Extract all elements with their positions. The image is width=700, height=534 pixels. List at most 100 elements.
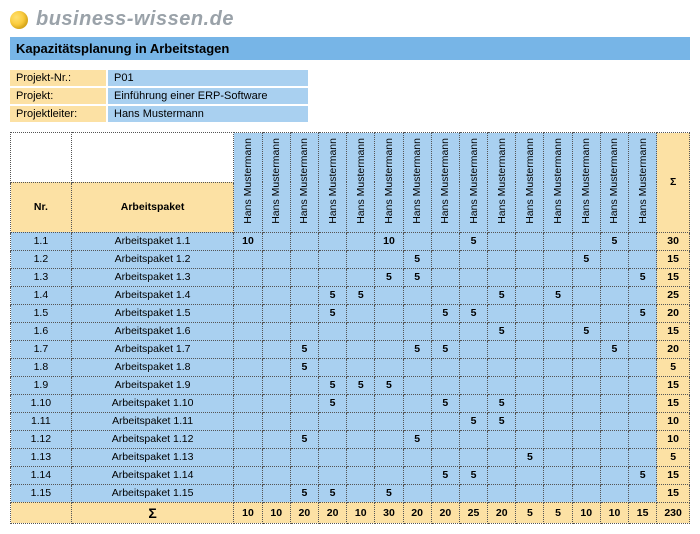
cell-value[interactable] (572, 394, 600, 412)
cell-value[interactable] (262, 250, 290, 268)
cell-value[interactable]: 10 (234, 232, 262, 250)
cell-value[interactable] (262, 304, 290, 322)
cell-value[interactable] (459, 484, 487, 502)
cell-value[interactable] (375, 430, 403, 448)
cell-value[interactable]: 5 (318, 394, 346, 412)
cell-value[interactable]: 5 (431, 394, 459, 412)
cell-value[interactable] (234, 304, 262, 322)
cell-value[interactable] (262, 268, 290, 286)
cell-value[interactable] (403, 448, 431, 466)
cell-value[interactable] (262, 484, 290, 502)
cell-value[interactable] (459, 376, 487, 394)
cell-value[interactable] (516, 322, 544, 340)
cell-value[interactable] (600, 448, 628, 466)
cell-value[interactable] (629, 340, 657, 358)
cell-nr[interactable]: 1.10 (11, 394, 72, 412)
cell-value[interactable] (629, 286, 657, 304)
meta-project-nr-value[interactable]: P01 (108, 70, 308, 86)
cell-value[interactable] (516, 412, 544, 430)
cell-value[interactable] (629, 250, 657, 268)
cell-value[interactable] (290, 412, 318, 430)
cell-value[interactable] (544, 448, 572, 466)
cell-value[interactable] (544, 250, 572, 268)
cell-value[interactable] (516, 430, 544, 448)
cell-nr[interactable]: 1.1 (11, 232, 72, 250)
cell-value[interactable] (629, 376, 657, 394)
cell-value[interactable] (234, 394, 262, 412)
cell-value[interactable] (318, 430, 346, 448)
cell-value[interactable] (516, 268, 544, 286)
cell-value[interactable] (290, 466, 318, 484)
cell-value[interactable] (516, 358, 544, 376)
cell-value[interactable] (629, 430, 657, 448)
cell-value[interactable] (347, 430, 375, 448)
cell-value[interactable]: 5 (375, 376, 403, 394)
cell-value[interactable] (234, 430, 262, 448)
cell-value[interactable] (516, 340, 544, 358)
cell-nr[interactable]: 1.7 (11, 340, 72, 358)
cell-arbeitspaket[interactable]: Arbeitspaket 1.13 (71, 448, 234, 466)
cell-value[interactable] (572, 466, 600, 484)
cell-value[interactable]: 5 (488, 394, 516, 412)
cell-arbeitspaket[interactable]: Arbeitspaket 1.6 (71, 322, 234, 340)
cell-nr[interactable]: 1.2 (11, 250, 72, 268)
cell-value[interactable]: 5 (318, 376, 346, 394)
cell-value[interactable] (234, 412, 262, 430)
cell-value[interactable]: 5 (347, 286, 375, 304)
cell-value[interactable] (544, 376, 572, 394)
cell-value[interactable] (318, 466, 346, 484)
cell-value[interactable] (347, 448, 375, 466)
cell-arbeitspaket[interactable]: Arbeitspaket 1.2 (71, 250, 234, 268)
cell-value[interactable] (516, 394, 544, 412)
cell-value[interactable] (262, 376, 290, 394)
cell-nr[interactable]: 1.6 (11, 322, 72, 340)
cell-value[interactable]: 5 (290, 358, 318, 376)
cell-nr[interactable]: 1.13 (11, 448, 72, 466)
cell-value[interactable]: 5 (290, 340, 318, 358)
cell-value[interactable] (375, 250, 403, 268)
cell-value[interactable] (600, 394, 628, 412)
cell-value[interactable] (488, 268, 516, 286)
cell-value[interactable] (403, 376, 431, 394)
cell-value[interactable] (234, 286, 262, 304)
cell-value[interactable] (600, 358, 628, 376)
cell-value[interactable] (403, 484, 431, 502)
cell-value[interactable] (488, 484, 516, 502)
cell-value[interactable] (544, 430, 572, 448)
cell-arbeitspaket[interactable]: Arbeitspaket 1.3 (71, 268, 234, 286)
cell-value[interactable]: 5 (572, 322, 600, 340)
cell-value[interactable] (544, 466, 572, 484)
cell-value[interactable] (347, 232, 375, 250)
cell-value[interactable] (431, 376, 459, 394)
cell-value[interactable]: 5 (629, 466, 657, 484)
cell-value[interactable] (459, 286, 487, 304)
cell-value[interactable] (629, 412, 657, 430)
cell-arbeitspaket[interactable]: Arbeitspaket 1.11 (71, 412, 234, 430)
cell-value[interactable] (347, 340, 375, 358)
cell-value[interactable] (459, 394, 487, 412)
cell-arbeitspaket[interactable]: Arbeitspaket 1.8 (71, 358, 234, 376)
cell-value[interactable] (488, 430, 516, 448)
cell-value[interactable]: 5 (544, 286, 572, 304)
cell-value[interactable]: 5 (431, 304, 459, 322)
cell-value[interactable] (375, 466, 403, 484)
cell-value[interactable]: 5 (600, 340, 628, 358)
cell-nr[interactable]: 1.12 (11, 430, 72, 448)
cell-value[interactable] (403, 394, 431, 412)
cell-value[interactable] (488, 340, 516, 358)
cell-value[interactable] (234, 322, 262, 340)
cell-value[interactable] (234, 466, 262, 484)
cell-value[interactable] (544, 358, 572, 376)
cell-nr[interactable]: 1.11 (11, 412, 72, 430)
cell-value[interactable]: 5 (629, 268, 657, 286)
cell-value[interactable] (572, 484, 600, 502)
cell-value[interactable] (375, 394, 403, 412)
cell-value[interactable]: 5 (347, 376, 375, 394)
cell-arbeitspaket[interactable]: Arbeitspaket 1.14 (71, 466, 234, 484)
cell-value[interactable] (600, 376, 628, 394)
cell-value[interactable] (403, 286, 431, 304)
cell-value[interactable] (572, 448, 600, 466)
cell-value[interactable] (262, 232, 290, 250)
cell-value[interactable] (459, 268, 487, 286)
cell-value[interactable]: 5 (318, 286, 346, 304)
